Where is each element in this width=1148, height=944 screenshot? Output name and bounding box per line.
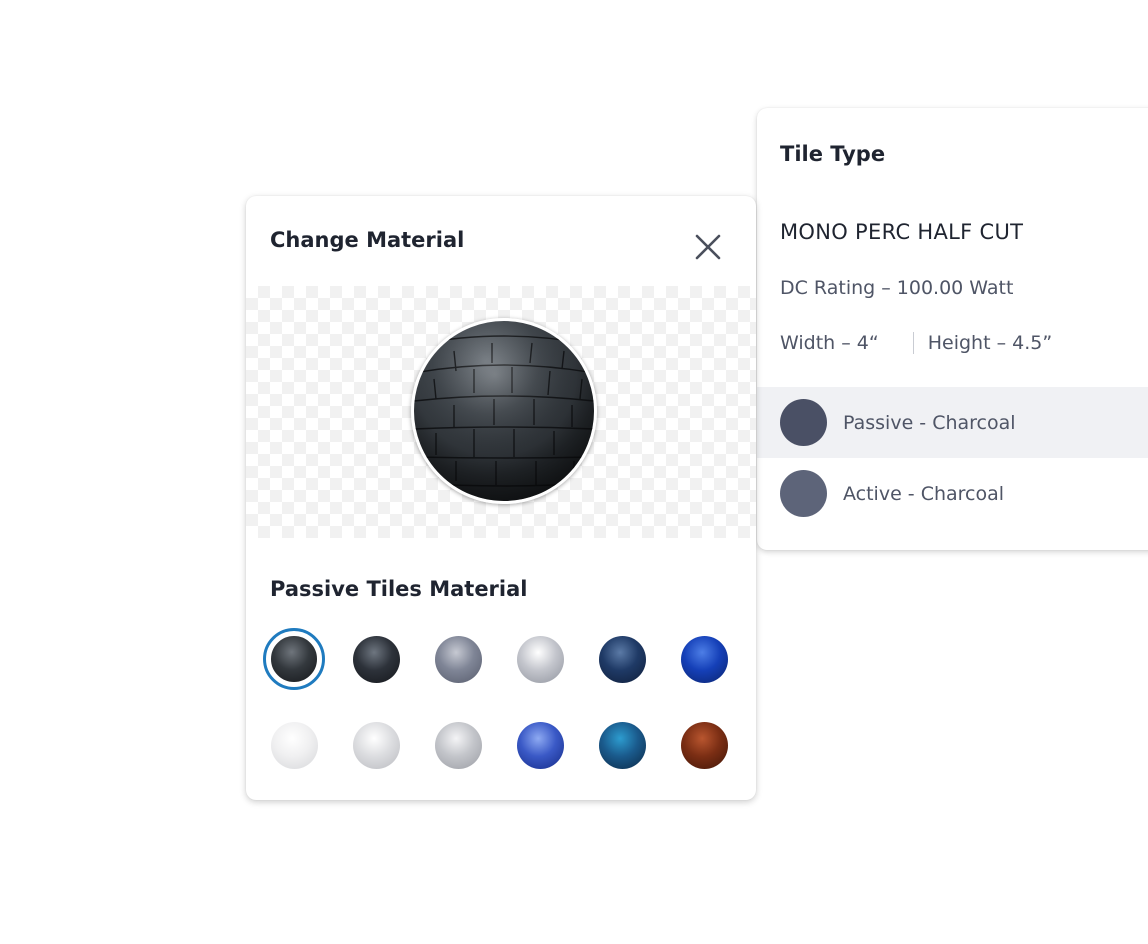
passive-tiles-material-title: Passive Tiles Material (270, 577, 528, 601)
silver-swatch-sphere (516, 635, 564, 683)
variant-label: Active - Charcoal (843, 482, 1005, 505)
cobalt-swatch-sphere (516, 721, 564, 769)
variant-passive-charcoal[interactable]: Passive - Charcoal (757, 387, 1148, 458)
tile-width: Width – 4“ (780, 332, 879, 354)
charcoal-tile-swatch[interactable] (263, 628, 325, 690)
material-swatch-grid (263, 628, 735, 776)
variant-active-charcoal[interactable]: Active - Charcoal (757, 458, 1148, 529)
white-swatch-sphere (270, 721, 318, 769)
charcoal-tile-swatch-sphere (269, 634, 319, 684)
material-preview-sphere (411, 318, 597, 504)
light-grey-swatch-sphere (352, 721, 400, 769)
graphite-swatch-sphere (352, 635, 400, 683)
pale-grey-swatch-sphere (434, 721, 482, 769)
graphite-swatch[interactable] (345, 628, 407, 690)
light-grey-swatch[interactable] (345, 714, 407, 776)
tile-height: Height – 4.5” (927, 332, 1053, 354)
navy-swatch-sphere (598, 635, 646, 683)
active-charcoal-color-swatch (780, 470, 827, 517)
steel-grey-swatch-sphere (434, 635, 482, 683)
white-swatch[interactable] (263, 714, 325, 776)
tile-type-panel: Tile Type MONO PERC HALF CUT DC Rating –… (757, 108, 1148, 550)
pale-grey-swatch[interactable] (427, 714, 489, 776)
silver-swatch[interactable] (509, 628, 571, 690)
teal-blue-swatch-sphere (598, 721, 646, 769)
material-preview (246, 286, 756, 538)
close-icon (695, 234, 721, 260)
copper-swatch-sphere (680, 721, 728, 769)
tile-dimensions: Width – 4“ Height – 4.5” (780, 332, 1052, 354)
dc-rating: DC Rating – 100.00 Watt (780, 277, 1014, 299)
copper-swatch[interactable] (673, 714, 735, 776)
variant-label: Passive - Charcoal (843, 411, 1016, 434)
canvas: Tile Type MONO PERC HALF CUT DC Rating –… (0, 0, 1148, 944)
royal-blue-swatch[interactable] (673, 628, 735, 690)
dimension-divider (912, 332, 914, 354)
change-material-panel: Change Material Passive Tiles Material (246, 196, 756, 800)
close-button[interactable] (693, 232, 723, 262)
teal-blue-swatch[interactable] (591, 714, 653, 776)
roof-tile-texture (414, 321, 594, 501)
change-material-title: Change Material (270, 228, 465, 252)
tile-type-title: Tile Type (780, 142, 886, 166)
steel-grey-swatch[interactable] (427, 628, 489, 690)
tile-name: MONO PERC HALF CUT (780, 220, 1024, 244)
passive-charcoal-color-swatch (780, 399, 827, 446)
navy-swatch[interactable] (591, 628, 653, 690)
royal-blue-swatch-sphere (680, 635, 728, 683)
cobalt-swatch[interactable] (509, 714, 571, 776)
